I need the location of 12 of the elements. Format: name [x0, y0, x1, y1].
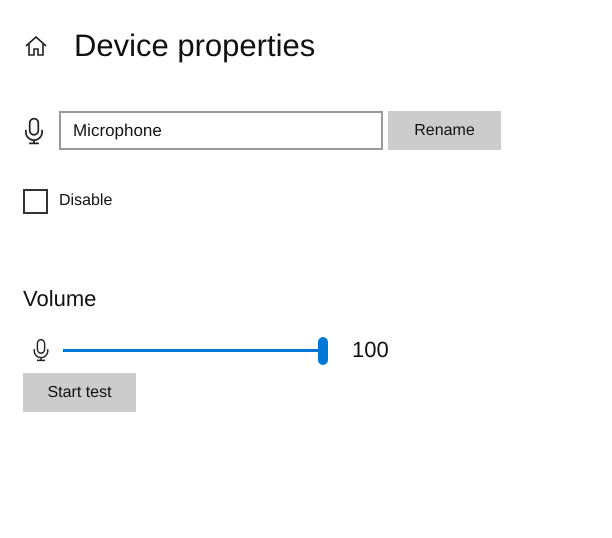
volume-value: 100 [352, 337, 389, 363]
microphone-icon [32, 338, 50, 362]
slider-thumb[interactable] [318, 336, 328, 364]
rename-button[interactable]: Rename [388, 111, 501, 150]
page-title: Device properties [74, 28, 316, 64]
home-icon[interactable] [24, 34, 48, 58]
microphone-icon [23, 116, 45, 144]
start-test-button[interactable]: Start test [23, 373, 136, 412]
device-name-field[interactable]: Microphone [59, 111, 383, 150]
disable-checkbox[interactable] [23, 188, 48, 214]
disable-label: Disable [59, 192, 112, 210]
volume-heading: Volume [23, 286, 98, 313]
